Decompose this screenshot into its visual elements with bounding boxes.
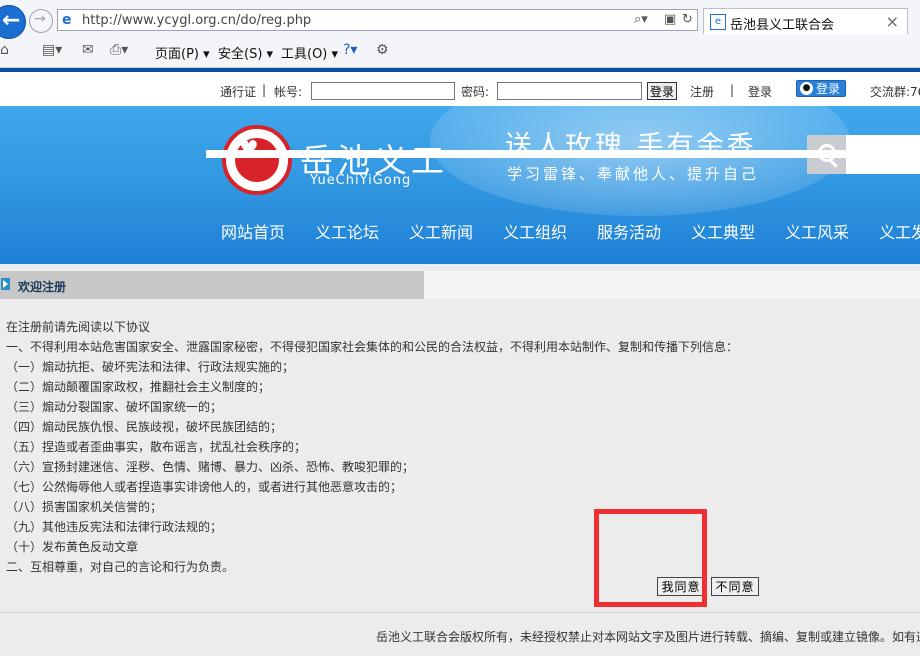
qq-login-button[interactable]: ● 登录 [796, 80, 846, 97]
passport-label: 通行证 [220, 85, 257, 99]
account-input[interactable] [311, 82, 455, 100]
register-link[interactable]: 注册 [690, 83, 714, 100]
print-icon[interactable]: ⎙▾ [110, 42, 128, 58]
browser-tab[interactable]: e 岳池县义工联合会 × [703, 8, 908, 34]
section-title: 欢迎注册 [18, 280, 67, 294]
gear-icon[interactable]: ⚙ [376, 42, 389, 58]
refresh-icon[interactable]: ↻ [682, 12, 693, 27]
safety-menu[interactable]: 安全(S) ▾ [218, 43, 273, 62]
qq-penguin-icon: ● [800, 82, 813, 95]
address-url[interactable]: http://www.ycygl.org.cn/do/reg.php [82, 13, 311, 28]
help-icon[interactable]: ?▾ [343, 42, 357, 58]
section-header-fill [424, 271, 920, 299]
separator: | [262, 83, 267, 97]
rss-icon[interactable]: ▤▾ [42, 42, 62, 58]
agreement-line: （三）煽动分裂国家、破坏国家统一的； [6, 400, 223, 414]
agreement-line: 一、不得利用本站危害国家安全、泄露国家秘密，不得侵犯国家社会集体的和公民的合法权… [6, 340, 739, 354]
tab-title: 岳池县义工联合会 [730, 18, 835, 33]
login-bar: 通行证 | 帐号: 密码: 登录 注册 | 登录 ● 登录 交流群:76 [0, 68, 920, 106]
agreement-line: （十）发布黄色反动文章 [6, 540, 139, 554]
login-button[interactable]: 登录 [647, 82, 677, 100]
nav-item-forum[interactable]: 义工论坛 [315, 216, 379, 250]
agreement-line: （五）捏造或者歪曲事实，散布谣言，扰乱社会秩序的； [6, 440, 307, 454]
password-label: 密码: [461, 85, 490, 99]
agreement-text: 在注册前请先阅读以下协议 一、不得利用本站危害国家安全、泄露国家秘密，不得侵犯国… [6, 317, 906, 577]
nav-underline [206, 150, 920, 158]
tools-menu-label: 工具(O) [281, 47, 328, 62]
nav-item-activities[interactable]: 服务活动 [597, 216, 661, 250]
slogan-sub: 学习雷锋、奉献他人、提升自己 [507, 165, 760, 183]
browser-chrome: e http://www.ycygl.org.cn/do/reg.php ⌕▾ … [0, 0, 920, 68]
site-logo-icon[interactable]: ♥ [222, 125, 292, 195]
footer-divider [0, 612, 920, 613]
site-pinyin: YueChiYiGong [310, 173, 412, 188]
agreement-line: （七）公然侮辱他人或者捏造事实诽谤他人的，或者进行其他恶意攻击的； [6, 480, 403, 494]
tools-menu[interactable]: 工具(O) ▾ [281, 43, 338, 62]
nav-item-news[interactable]: 义工新闻 [409, 216, 473, 250]
nav-item-style[interactable]: 义工风采 [785, 216, 849, 250]
tab-close-icon[interactable]: × [886, 12, 899, 31]
password-input[interactable] [497, 82, 642, 100]
home-icon[interactable]: ⌂ [0, 42, 9, 58]
address-bar[interactable]: e http://www.ycygl.org.cn/do/reg.php ⌕▾ … [57, 9, 698, 31]
nav-item-more[interactable]: 义工发 [879, 216, 920, 250]
safety-menu-label: 安全(S) [218, 47, 263, 62]
nav-item-organization[interactable]: 义工组织 [503, 216, 567, 250]
section-arrow-icon [1, 278, 10, 290]
page-menu[interactable]: 页面(P) ▾ [155, 43, 210, 62]
forward-icon[interactable] [29, 9, 53, 33]
command-bar: ⌂ ▤▾ ✉ ⎙▾ 页面(P) ▾ 安全(S) ▾ 工具(O) ▾ ?▾ ⚙ [0, 37, 920, 65]
section-header: 欢迎注册 [0, 271, 424, 299]
ie-page-icon: e [62, 12, 72, 28]
nav-item-home[interactable]: 网站首页 [221, 216, 285, 250]
nav-item-typical[interactable]: 义工典型 [691, 216, 755, 250]
agreement-line: （一）煽动抗拒、破坏宪法和法律、行政法规实施的； [6, 360, 295, 374]
agreement-line: （九）其他违反宪法和法律行政法规的； [6, 520, 223, 534]
footer-copyright: 岳池义工联合会版权所有，未经授权禁止对本网站文字及图片进行转载、摘编、复制或建立… [376, 630, 920, 644]
search-icon[interactable]: ⌕▾ [634, 12, 648, 27]
agreement-line: （四）煽动民族仇恨、民族歧视，破坏民族团结的； [6, 420, 283, 434]
compat-icon[interactable]: ▣ [664, 12, 676, 27]
separator: | [730, 83, 735, 97]
main-nav: 网站首页 义工论坛 义工新闻 义工组织 服务活动 义工典型 义工风采 义工发 [206, 216, 920, 250]
back-icon[interactable] [0, 5, 26, 39]
tab-favicon-icon: e [710, 14, 726, 30]
agreement-line: （二）煽动颠覆国家政权，推翻社会主义制度的； [6, 380, 271, 394]
mail-icon[interactable]: ✉ [82, 42, 94, 58]
account-label: 帐号: [274, 85, 303, 99]
agreement-line: （六）宣扬封建迷信、淫秽、色情、赌博、暴力、凶杀、恐怖、教唆犯罪的； [6, 460, 415, 474]
site-header-banner: ♥ 岳池义工 YueChiYiGong 送人玫瑰 手有余香 学习雷锋、奉献他人、… [0, 106, 920, 264]
disagree-button[interactable]: 不同意 [711, 577, 759, 596]
agreement-line: （八）损害国家机关信誉的； [6, 500, 163, 514]
qq-login-label: 登录 [816, 82, 841, 96]
group-label: 交流群:76 [870, 85, 920, 99]
agree-button[interactable]: 我同意 [657, 577, 705, 596]
agreement-line: 二、互相尊重，对自己的言论和行为负责。 [6, 560, 235, 574]
agreement-line: 在注册前请先阅读以下协议 [6, 320, 151, 334]
login-link[interactable]: 登录 [748, 83, 772, 100]
page-menu-label: 页面(P) [155, 47, 199, 62]
